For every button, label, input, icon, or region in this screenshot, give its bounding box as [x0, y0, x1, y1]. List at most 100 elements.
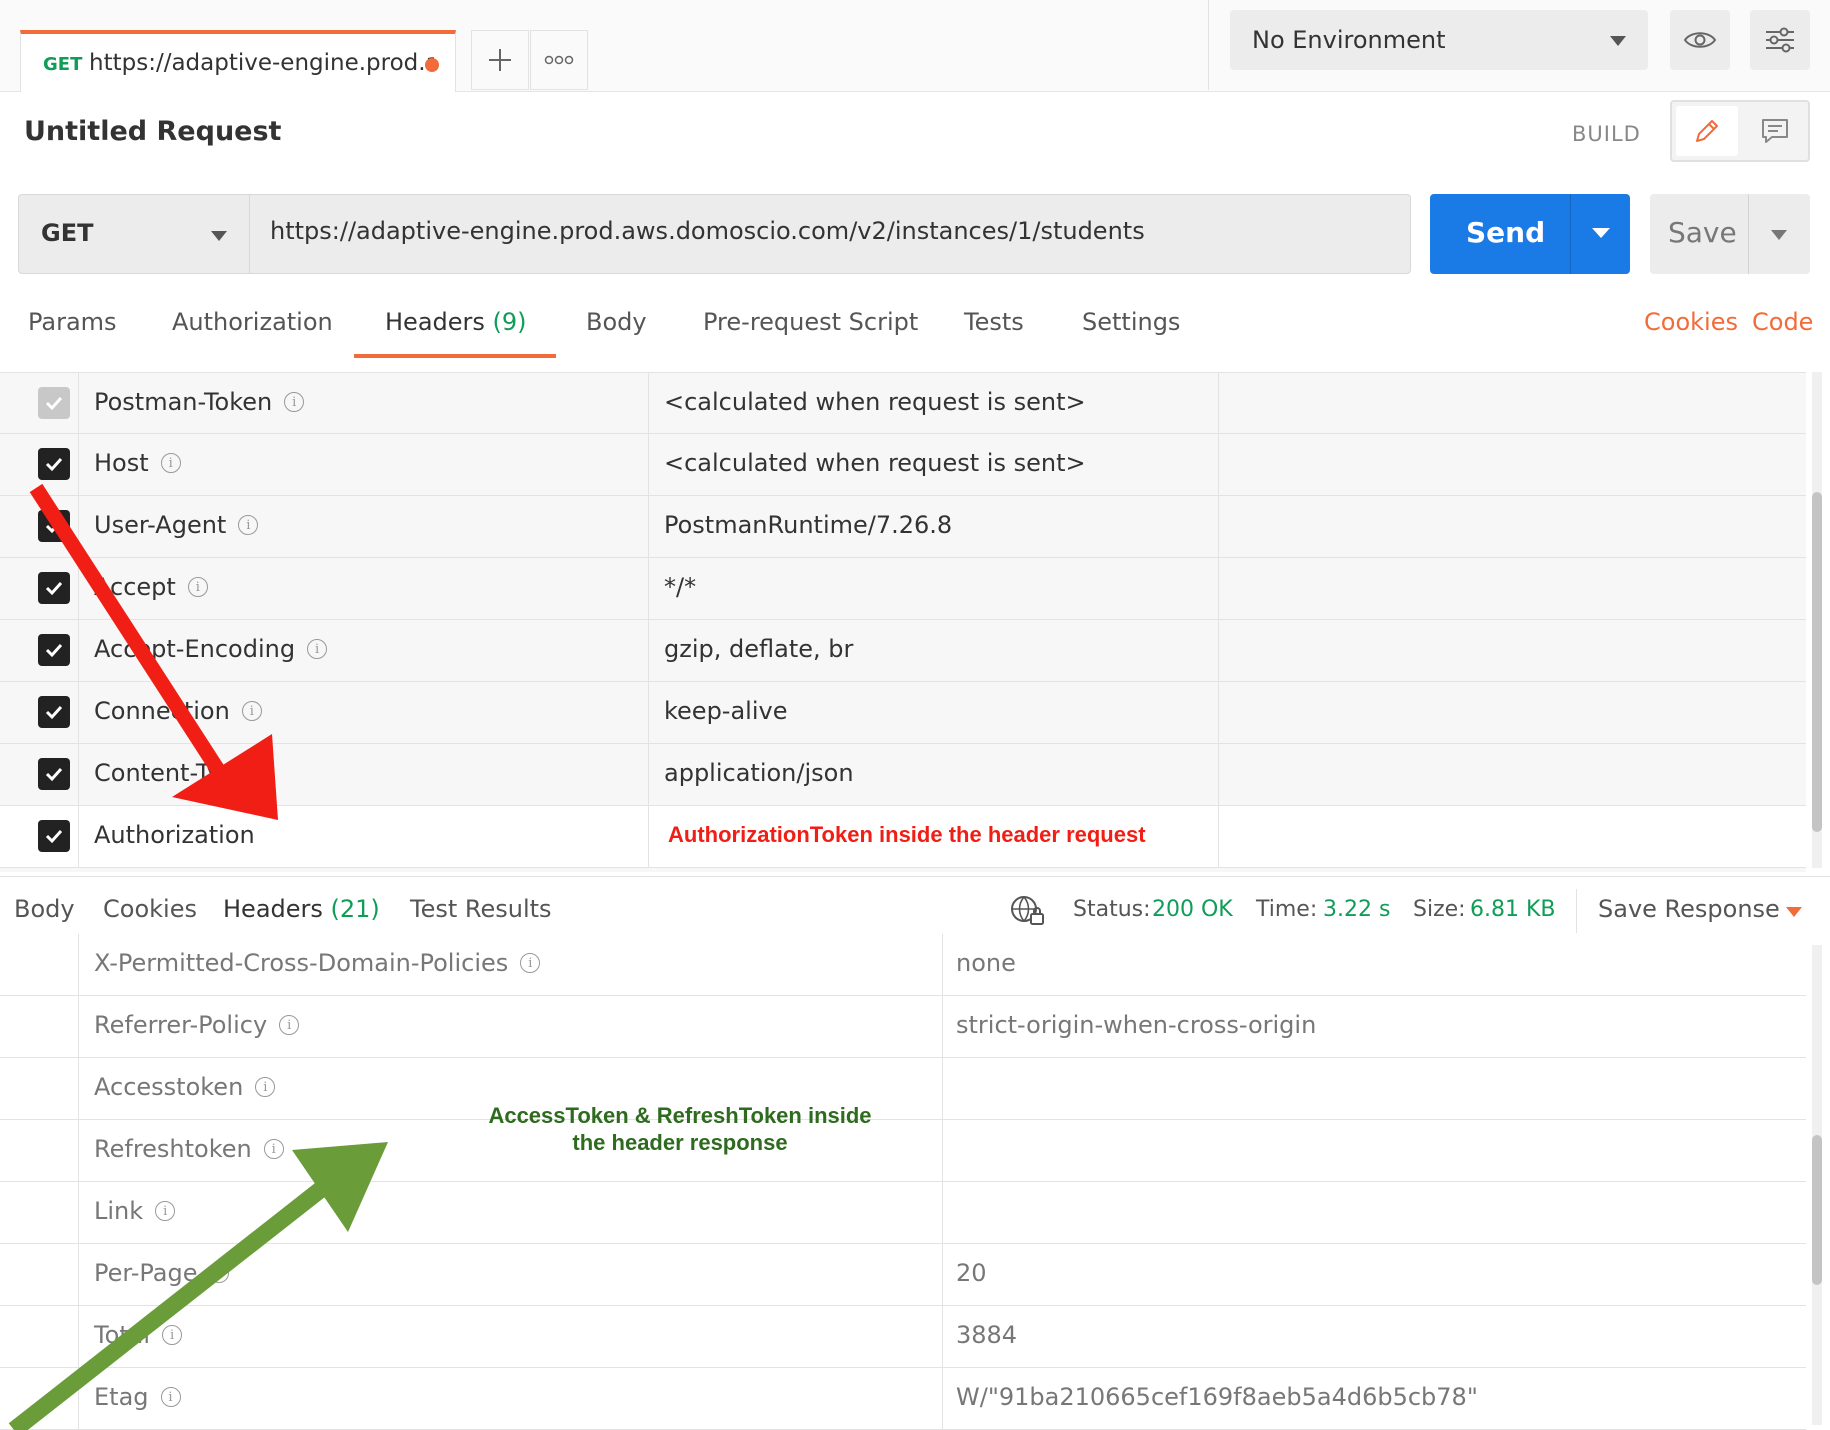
header-key[interactable]: User-Agent i: [94, 511, 259, 539]
comments-button[interactable]: [1744, 106, 1806, 156]
response-tab-cookies[interactable]: Cookies: [103, 895, 197, 923]
tab-body[interactable]: Body: [586, 308, 647, 336]
send-button[interactable]: Send: [1430, 194, 1630, 274]
table-row: Connection i keep-alive: [0, 682, 1806, 744]
table-row: Host i <calculated when request is sent>: [0, 434, 1806, 496]
info-icon[interactable]: i: [241, 701, 262, 721]
header-value[interactable]: <calculated when request is sent>: [664, 449, 1086, 477]
header-key[interactable]: Postman-Token i: [94, 388, 305, 416]
request-title[interactable]: Untitled Request: [24, 116, 281, 147]
header-key[interactable]: Accept-Encoding i: [94, 635, 328, 663]
new-tab-button[interactable]: [471, 30, 529, 90]
size-value: 6.81 KB: [1470, 897, 1556, 922]
send-label: Send: [1466, 216, 1546, 249]
tab-url: https://adaptive-engine.prod.a...: [89, 50, 434, 76]
header-value[interactable]: PostmanRuntime/7.26.8: [664, 511, 952, 539]
header-key[interactable]: Host i: [94, 449, 181, 477]
info-icon[interactable]: i: [209, 1263, 230, 1283]
info-icon[interactable]: i: [307, 639, 328, 659]
row-checkbox[interactable]: [38, 510, 70, 542]
scrollbar-thumb[interactable]: [1812, 1135, 1822, 1285]
response-header-value: none: [956, 949, 1016, 977]
header-value[interactable]: keep-alive: [664, 697, 787, 725]
header-key[interactable]: Accept i: [94, 573, 208, 601]
send-options-chevron-icon[interactable]: [1592, 228, 1610, 238]
header-key[interactable]: Connection i: [94, 697, 262, 725]
save-options-chevron-icon[interactable]: [1771, 230, 1787, 240]
globe-lock-icon[interactable]: [1010, 895, 1046, 927]
row-checkbox[interactable]: [38, 448, 70, 480]
response-tab-body[interactable]: Body: [14, 895, 75, 923]
info-icon[interactable]: i: [187, 577, 208, 597]
response-header-key-text: Etag: [94, 1383, 149, 1411]
response-tab-test-results[interactable]: Test Results: [410, 895, 552, 923]
row-checkbox[interactable]: [38, 820, 70, 852]
header-value[interactable]: <calculated when request is sent>: [664, 388, 1086, 416]
response-header-key-text: Refreshtoken: [94, 1135, 252, 1163]
tab-settings[interactable]: Settings: [1082, 308, 1180, 336]
row-checkbox[interactable]: [38, 572, 70, 604]
header-key[interactable]: Content-Type: [94, 759, 251, 787]
size-label: Size:: [1413, 897, 1466, 922]
chevron-down-icon: [211, 231, 227, 241]
info-icon[interactable]: i: [520, 953, 541, 973]
status-value: 200 OK: [1152, 897, 1233, 922]
header-value[interactable]: gzip, deflate, br: [664, 635, 853, 663]
response-header-key: Referrer-Policy i: [94, 1011, 300, 1039]
info-icon[interactable]: i: [162, 1325, 183, 1345]
info-icon[interactable]: i: [160, 453, 181, 473]
info-icon[interactable]: i: [238, 515, 259, 535]
row-checkbox[interactable]: [38, 696, 70, 728]
response-headers-scrollbar[interactable]: [1812, 945, 1822, 1425]
header-key-text: Content-Type: [94, 759, 252, 787]
header-value[interactable]: application/json: [664, 759, 854, 787]
response-header-value: strict-origin-when-cross-origin: [956, 1011, 1317, 1039]
header-key[interactable]: Authorization: [94, 821, 255, 849]
check-icon: [45, 767, 63, 782]
response-header-value: 20: [956, 1259, 987, 1287]
tab-method: GET: [43, 54, 83, 75]
more-icon: [544, 55, 574, 65]
cookies-link[interactable]: Cookies: [1644, 308, 1738, 336]
table-row: Content-Type application/json: [0, 744, 1806, 806]
environment-select[interactable]: No Environment: [1230, 10, 1648, 70]
info-icon[interactable]: i: [279, 1015, 300, 1035]
scrollbar-thumb[interactable]: [1812, 492, 1822, 832]
active-tab-underline: [354, 354, 556, 358]
url-input[interactable]: https://adaptive-engine.prod.aws.domosci…: [249, 194, 1411, 274]
tab-tests[interactable]: Tests: [964, 308, 1024, 336]
save-button[interactable]: Save: [1650, 194, 1810, 274]
request-annotation: AuthorizationToken inside the header req…: [668, 822, 1146, 847]
tab-authorization[interactable]: Authorization: [172, 308, 333, 336]
check-icon: [45, 581, 63, 596]
response-header-key-text: X-Permitted-Cross-Domain-Policies: [94, 949, 509, 977]
tab-options-button[interactable]: [530, 30, 588, 90]
header-key-text: Host: [94, 449, 149, 477]
row-checkbox[interactable]: [38, 634, 70, 666]
row-checkbox[interactable]: [38, 758, 70, 790]
response-bar: Body Cookies Headers (21) Test Results S…: [0, 876, 1830, 943]
table-row: Link i: [0, 1182, 1806, 1244]
code-link[interactable]: Code: [1752, 308, 1813, 336]
info-icon[interactable]: i: [160, 1387, 181, 1407]
info-icon[interactable]: i: [155, 1201, 176, 1221]
response-tab-headers[interactable]: Headers (21): [223, 895, 380, 923]
save-response-button[interactable]: Save Response: [1598, 895, 1780, 923]
edit-mode-button[interactable]: [1676, 106, 1738, 156]
method-select[interactable]: GET: [18, 194, 250, 274]
manage-environments-button[interactable]: [1750, 10, 1810, 70]
request-tab[interactable]: GET https://adaptive-engine.prod.a...: [20, 30, 456, 92]
environment-quick-look-button[interactable]: [1670, 10, 1730, 70]
request-headers-scrollbar[interactable]: [1812, 372, 1822, 868]
info-icon[interactable]: i: [284, 392, 305, 412]
info-icon[interactable]: i: [263, 1139, 284, 1159]
check-icon: [45, 829, 63, 844]
info-icon[interactable]: i: [255, 1077, 276, 1097]
table-row: Accesstoken i: [0, 1058, 1806, 1120]
tab-params[interactable]: Params: [28, 308, 117, 336]
tab-pre-request-script[interactable]: Pre-request Script: [703, 308, 918, 336]
header-value[interactable]: */*: [664, 573, 696, 601]
tab-headers[interactable]: Headers (9): [385, 308, 527, 336]
save-response-chevron-icon[interactable]: [1786, 907, 1802, 917]
row-checkbox[interactable]: [38, 387, 70, 419]
